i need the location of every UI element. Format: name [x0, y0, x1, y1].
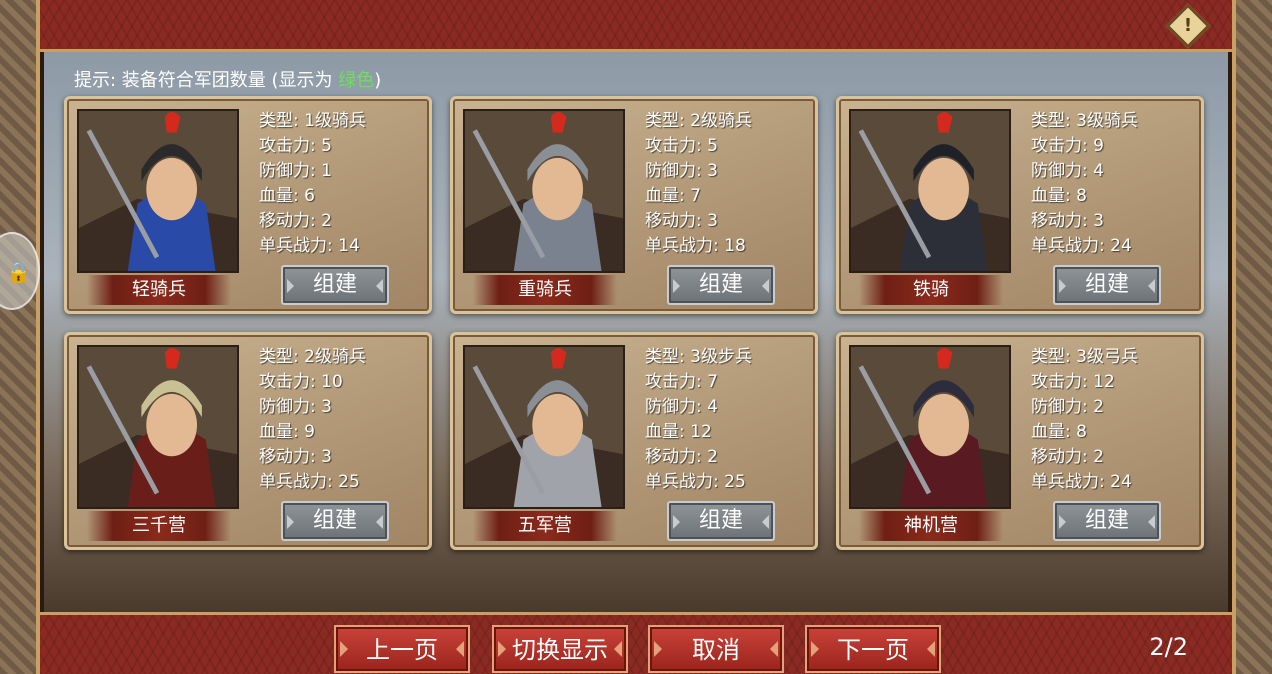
- unit-portrait: [849, 345, 1011, 509]
- unit-attack: 攻击力: 9: [1031, 136, 1104, 156]
- unit-hp: 血量: 7: [645, 186, 701, 206]
- unit-portrait: [463, 109, 625, 273]
- top-bar: !: [40, 0, 1232, 52]
- warning-icon[interactable]: !: [1165, 3, 1211, 49]
- unit-type: 类型: 2级骑兵: [259, 347, 366, 367]
- unit-power: 单兵战力: 24: [1031, 236, 1132, 256]
- build-button[interactable]: 组建: [667, 501, 775, 541]
- prev-page-button[interactable]: 上一页: [334, 625, 470, 673]
- unit-stats: 类型: 2级骑兵 攻击力: 10 防御力: 3 血量: 9 移动力: 3 单兵战力: 25: [259, 345, 429, 495]
- unit-name: 三千营: [87, 511, 231, 541]
- unit-defense: 防御力: 4: [645, 397, 718, 417]
- unit-defense: 防御力: 4: [1031, 161, 1104, 181]
- unit-list-panel: 提示: 装备符合军团数量 (显示为 绿色) 轻骑兵 类型: 1级骑兵 攻击力: 5防…: [44, 52, 1228, 612]
- unit-move: 移动力: 3: [1031, 211, 1104, 231]
- unit-hp: 血量: 6: [259, 186, 315, 206]
- build-button[interactable]: 组建: [1053, 501, 1161, 541]
- unit-defense: 防御力: 3: [645, 161, 718, 181]
- right-border: [1232, 0, 1272, 674]
- unit-defense: 防御力: 3: [259, 397, 332, 417]
- unit-portrait: [77, 109, 239, 273]
- unit-stats: 类型: 3级弓兵 攻击力: 12 防御力: 2 血量: 8 移动力: 2 单兵战力: 24: [1031, 345, 1201, 495]
- unit-defense: 防御力: 1: [259, 161, 332, 181]
- unit-power: 单兵战力: 18: [645, 236, 746, 256]
- unit-card: 五军营 类型: 3级步兵 攻击力: 7 防御力: 4 血量: 12 移动力: 2 单兵战力:…: [450, 332, 818, 550]
- unit-name: 重骑兵: [473, 275, 617, 305]
- unit-attack: 攻击力: 10: [259, 372, 343, 392]
- unit-type: 类型: 2级骑兵: [645, 111, 752, 131]
- unit-name: 铁骑: [859, 275, 1003, 305]
- toggle-display-button[interactable]: 切换显示: [492, 625, 628, 673]
- unit-portrait: [77, 345, 239, 509]
- unit-type: 类型: 3级弓兵: [1031, 347, 1138, 367]
- unit-attack: 攻击力: 5: [645, 136, 718, 156]
- lock-icon: 🔒: [6, 260, 31, 284]
- unit-portrait: [463, 345, 625, 509]
- unit-attack: 攻击力: 7: [645, 372, 718, 392]
- unit-move: 移动力: 2: [1031, 447, 1104, 467]
- bottom-bar: 上一页 切换显示 取消 下一页 2/2: [40, 612, 1232, 674]
- unit-type: 类型: 3级骑兵: [1031, 111, 1138, 131]
- unit-card: 三千营 类型: 2级骑兵 攻击力: 10 防御力: 3 血量: 9 移动力: 3 单兵战力:…: [64, 332, 432, 550]
- build-button[interactable]: 组建: [1053, 265, 1161, 305]
- unit-hp: 血量: 12: [645, 422, 712, 442]
- build-button[interactable]: 组建: [667, 265, 775, 305]
- unit-power: 单兵战力: 24: [1031, 472, 1132, 492]
- unit-move: 移动力: 2: [645, 447, 718, 467]
- unit-stats: 类型: 3级步兵 攻击力: 7 防御力: 4 血量: 12 移动力: 2 单兵战力: 25: [645, 345, 815, 495]
- unit-card: 铁骑 类型: 3级骑兵 攻击力: 9 防御力: 4 血量: 8 移动力: 3 单兵战力: 2…: [836, 96, 1204, 314]
- unit-card: 重骑兵 类型: 2级骑兵 攻击力: 5 防御力: 3 血量: 7 移动力: 3 单兵战力: …: [450, 96, 818, 314]
- unit-stats: 类型: 2级骑兵 攻击力: 5 防御力: 3 血量: 7 移动力: 3 单兵战力: 18: [645, 109, 815, 259]
- unit-stats: 类型: 3级骑兵 攻击力: 9 防御力: 4 血量: 8 移动力: 3 单兵战力: 24: [1031, 109, 1201, 259]
- page-indicator: 2/2: [1149, 633, 1188, 661]
- unit-portrait: [849, 109, 1011, 273]
- unit-hp: 血量: 8: [1031, 422, 1087, 442]
- unit-card: 轻骑兵 类型: 1级骑兵 攻击力: 5 防御力: 1 血量: 6 移动力: 2 单兵战力: …: [64, 96, 432, 314]
- build-button[interactable]: 组建: [281, 501, 389, 541]
- unit-hp: 血量: 9: [259, 422, 315, 442]
- unit-type: 类型: 1级骑兵: [259, 111, 366, 131]
- unit-move: 移动力: 3: [259, 447, 332, 467]
- unit-move: 移动力: 2: [259, 211, 332, 231]
- hint-text: 提示: 装备符合军团数量 (显示为 绿色): [74, 70, 382, 91]
- left-border: 🔒: [0, 0, 40, 674]
- unit-move: 移动力: 3: [645, 211, 718, 231]
- unit-card: 神机营 类型: 3级弓兵 攻击力: 12 防御力: 2 血量: 8 移动力: 2 单兵战力:…: [836, 332, 1204, 550]
- cancel-button[interactable]: 取消: [648, 625, 784, 673]
- next-page-button[interactable]: 下一页: [805, 625, 941, 673]
- unit-hp: 血量: 8: [1031, 186, 1087, 206]
- build-button[interactable]: 组建: [281, 265, 389, 305]
- unit-name: 轻骑兵: [87, 275, 231, 305]
- unit-power: 单兵战力: 14: [259, 236, 360, 256]
- unit-attack: 攻击力: 12: [1031, 372, 1115, 392]
- unit-power: 单兵战力: 25: [645, 472, 746, 492]
- hint-highlight: 绿色: [338, 70, 375, 91]
- unit-attack: 攻击力: 5: [259, 136, 332, 156]
- unit-stats: 类型: 1级骑兵 攻击力: 5 防御力: 1 血量: 6 移动力: 2 单兵战力: 14: [259, 109, 429, 259]
- unit-power: 单兵战力: 25: [259, 472, 360, 492]
- unit-name: 五军营: [473, 511, 617, 541]
- unit-type: 类型: 3级步兵: [645, 347, 752, 367]
- unit-name: 神机营: [859, 511, 1003, 541]
- side-drawer-handle[interactable]: 🔒: [0, 232, 40, 310]
- unit-defense: 防御力: 2: [1031, 397, 1104, 417]
